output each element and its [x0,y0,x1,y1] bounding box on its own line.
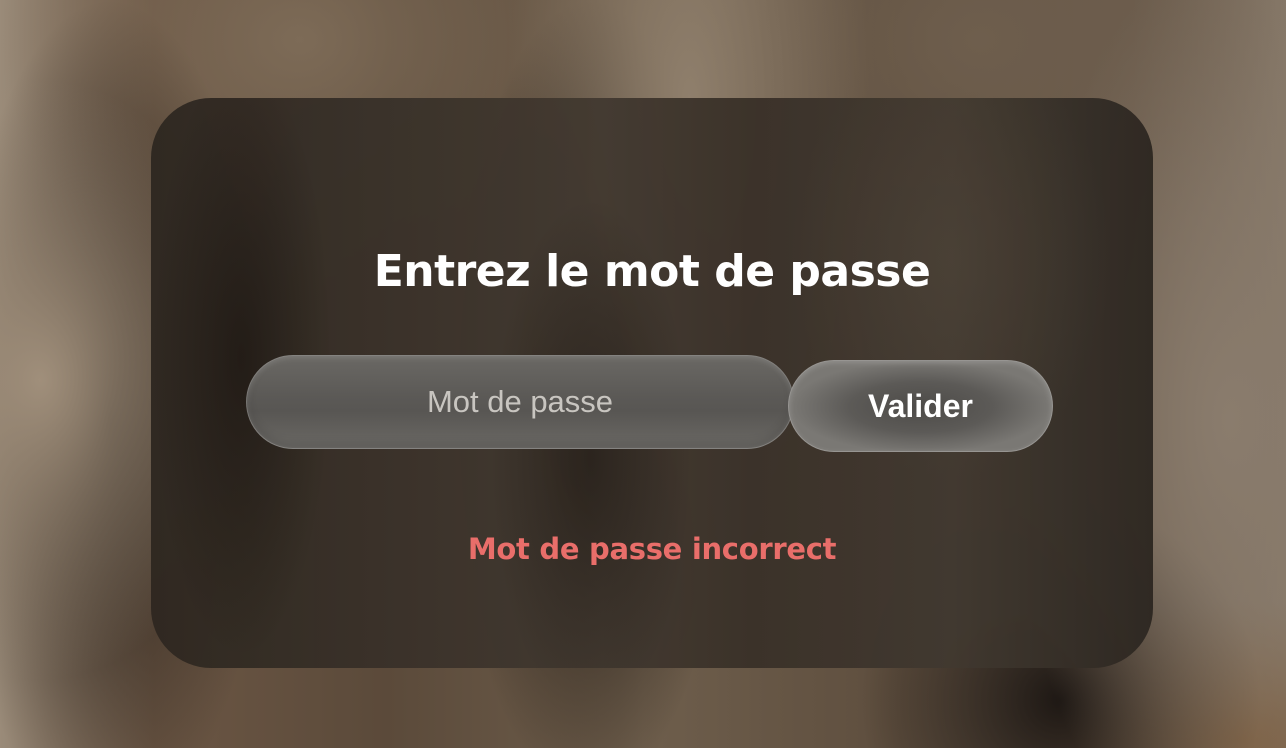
dialog-title: Entrez le mot de passe [373,246,931,297]
error-message: Mot de passe incorrect [467,532,837,566]
password-input[interactable] [246,355,794,449]
validate-button[interactable]: Valider [788,360,1053,452]
